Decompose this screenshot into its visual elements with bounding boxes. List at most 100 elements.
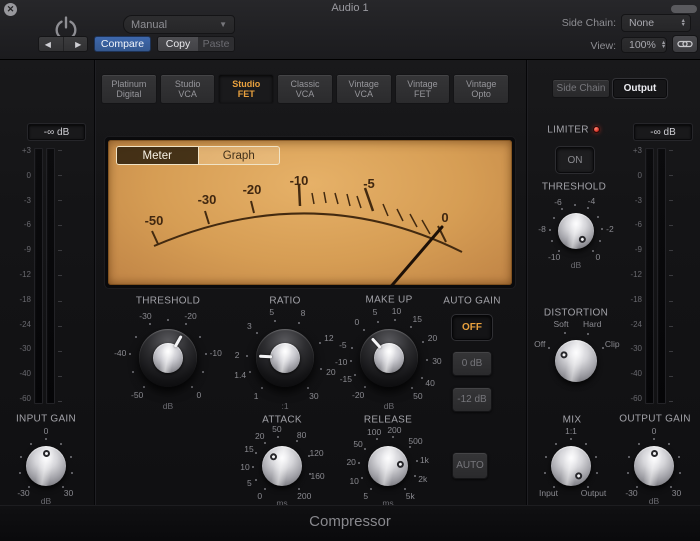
- input-meter-readout: -∞ dB: [28, 124, 85, 140]
- knob-tick-label: 0: [196, 389, 202, 400]
- meter-tick: [669, 350, 673, 352]
- model-button-studio-vca[interactable]: Studio VCA: [159, 74, 216, 104]
- meter-tick: [669, 150, 673, 151]
- knob-tick-dot: [414, 474, 417, 477]
- meter-tick: [669, 400, 673, 402]
- knob-tick-dot: [552, 485, 555, 488]
- limiter-on-button[interactable]: ON: [556, 147, 594, 173]
- model-button-vintage-vca[interactable]: Vintage VCA: [335, 74, 392, 104]
- next-preset-button[interactable]: ▶: [75, 40, 81, 49]
- svg-text:-30: -30: [198, 192, 217, 207]
- tab-meter[interactable]: Meter: [117, 147, 198, 164]
- knob-tick-dot: [255, 478, 258, 481]
- meter-tick: [58, 300, 62, 302]
- knob-tick-dot: [595, 455, 598, 458]
- view-select[interactable]: 100% ▲ ▼: [621, 37, 667, 53]
- knob-face: [552, 337, 600, 385]
- knob-tick-dot: [320, 368, 323, 371]
- auto-gain-option--12db[interactable]: -12 dB: [452, 387, 492, 412]
- knob-tick-dot: [637, 442, 640, 445]
- threshold-knob[interactable]: -50 -40 -30 -20 -10 0 dB: [103, 293, 233, 423]
- knob-tick-dot: [45, 438, 47, 440]
- knob-tick-dot: [62, 485, 65, 488]
- knob-tick-dot: [362, 328, 365, 331]
- output-tab[interactable]: Output: [613, 79, 667, 98]
- knob-pointer-dot: [650, 449, 658, 457]
- copy-button[interactable]: Copy: [158, 37, 198, 51]
- knob-tick-label: 100: [367, 426, 382, 437]
- knob-tick-dot: [422, 340, 425, 343]
- meter-tick: [58, 200, 62, 202]
- auto-gain-option-off[interactable]: OFF: [452, 315, 492, 340]
- knob-tick-dot: [600, 228, 603, 231]
- model-button-vintage-fet[interactable]: Vintage FET: [394, 74, 451, 104]
- makeup-knob[interactable]: -20 -15 -10 -5 0 5 10 15 20 30 40 50 dB: [324, 293, 454, 423]
- model-button-vintage-opto[interactable]: Vintage Opto: [453, 74, 510, 104]
- knob-tick-dot: [246, 355, 249, 357]
- knob-face: [360, 329, 418, 387]
- link-button[interactable]: [672, 35, 698, 53]
- knob-tick-dot: [353, 373, 356, 376]
- prev-preset-button[interactable]: ◀: [45, 40, 51, 49]
- knob-tick-label: 10: [349, 476, 359, 487]
- knob-tick-dot: [19, 455, 22, 458]
- meter-bar-right-channel: [657, 148, 666, 404]
- auto-gain-option-0db[interactable]: 0 dB: [452, 351, 492, 376]
- output-meter-readout: -∞ dB: [634, 124, 692, 140]
- preset-dropdown[interactable]: Manual ▼: [123, 15, 235, 34]
- knob-tick-dot: [551, 240, 554, 243]
- window-widget-pill[interactable]: [671, 5, 697, 13]
- knob-tick-dot: [70, 455, 73, 458]
- knob-tick-dot: [598, 240, 601, 243]
- compare-button[interactable]: Compare: [94, 36, 151, 52]
- model-button-classic-vca[interactable]: Classic VCA: [277, 74, 333, 104]
- knob-tick-label: 2: [234, 350, 240, 361]
- knob-tick-dot: [602, 347, 605, 350]
- limiter-threshold-knob[interactable]: -10 -8 -6 -4 -2 0 dB: [521, 176, 631, 286]
- meter-scale-label: -60: [19, 393, 31, 403]
- knob-tick-dot: [60, 442, 63, 445]
- knob-tick-dot: [71, 471, 74, 474]
- knob-tick-dot: [653, 438, 655, 440]
- knob-tick-label: 80: [296, 429, 307, 440]
- meter-tick: [669, 200, 673, 202]
- knob-tick-label: Clip: [604, 339, 620, 350]
- paste-button[interactable]: Paste: [198, 37, 234, 51]
- knob-tick-dot: [404, 488, 407, 491]
- meter-bar-left-channel: [645, 148, 654, 404]
- knob-tick-dot: [554, 442, 557, 445]
- knob-tick-dot: [360, 476, 363, 479]
- stepper-icon: ▲ ▼: [660, 40, 667, 50]
- knob-tick-label: 15: [244, 444, 254, 455]
- knob-tick-label: -40: [114, 347, 127, 358]
- knob-tick-dot: [552, 216, 555, 219]
- meter-scale-label: -24: [19, 319, 31, 329]
- knob-tick-dot: [263, 488, 266, 491]
- knob-tick-label: -20: [351, 389, 365, 400]
- side-chain-select[interactable]: None ▲ ▼: [621, 14, 691, 32]
- knob-tick-dot: [184, 323, 187, 326]
- model-button-studio-fet[interactable]: Studio FET: [218, 74, 275, 104]
- model-button-platinum-digital[interactable]: Platinum Digital: [101, 74, 157, 104]
- knob-tick-label: 30: [309, 391, 319, 402]
- meter-scale-label: -12: [630, 269, 642, 279]
- knob-tick-dot: [549, 228, 552, 231]
- distortion-knob[interactable]: Off Soft Hard Clip: [521, 306, 631, 416]
- knob-tick-label: -20: [184, 310, 197, 321]
- knob-unit-label: dB: [162, 401, 174, 411]
- knob-tick-dot: [635, 485, 638, 488]
- meter-scale-label: -9: [23, 245, 31, 255]
- tab-graph[interactable]: Graph: [197, 147, 279, 164]
- meter-scale-label: 0: [637, 170, 642, 180]
- plugin-window: ✕ Audio 1 Manual ▼ ◀ ▶ Compare Copy Past…: [0, 0, 700, 541]
- knob-tick-dot: [408, 445, 411, 448]
- release-auto-button[interactable]: AUTO: [452, 452, 488, 479]
- knob-tick-label: -50: [130, 389, 144, 400]
- knob-tick-dot: [543, 471, 546, 474]
- knob-tick-dot: [131, 371, 134, 374]
- knob-tick-dot: [351, 346, 354, 349]
- knob-tick-label: 1:1: [565, 426, 577, 436]
- knob-tick-dot: [261, 387, 264, 390]
- knob-tick-dot: [308, 454, 311, 457]
- side-chain-tab[interactable]: Side Chain: [552, 79, 610, 98]
